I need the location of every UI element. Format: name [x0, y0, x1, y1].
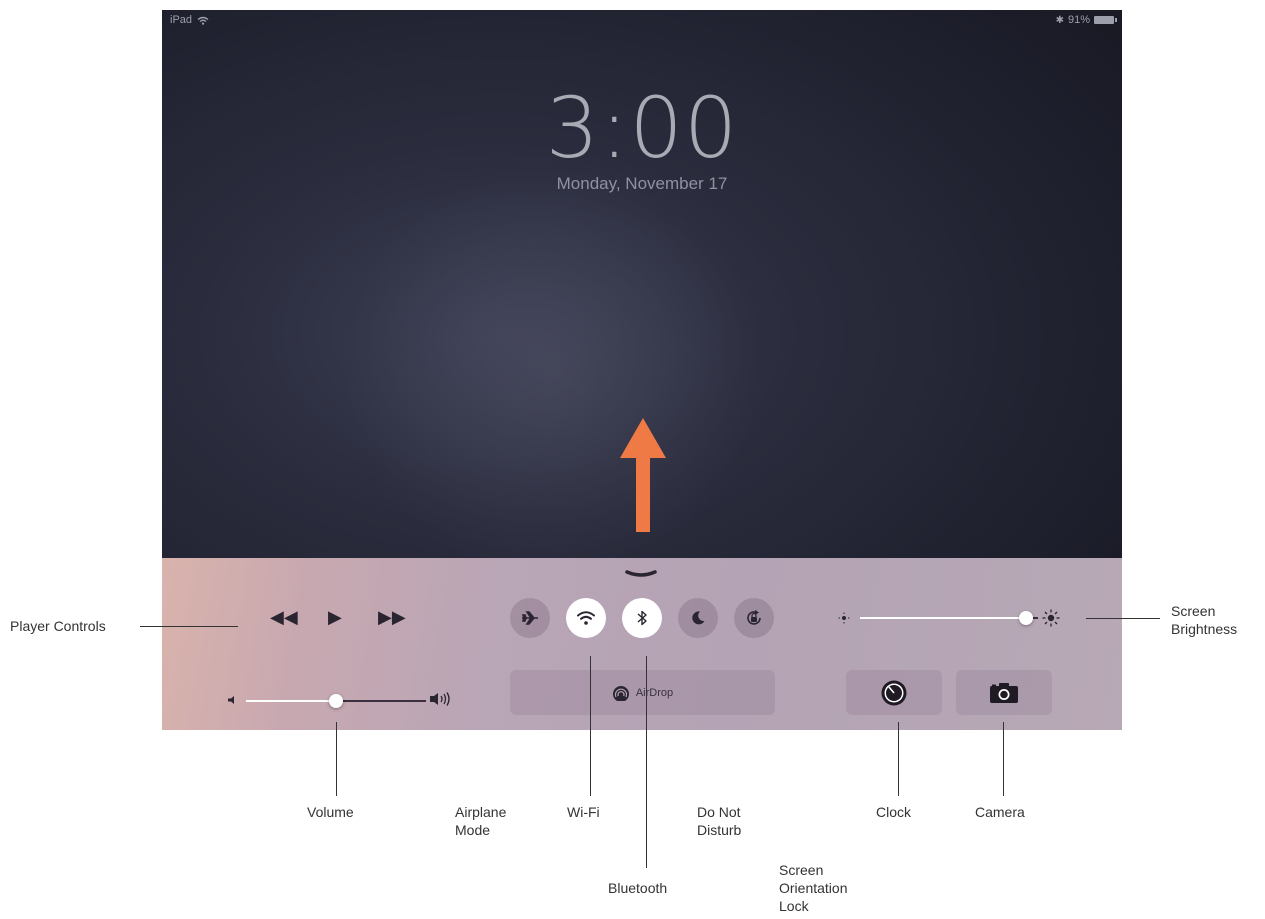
orientation-lock-icon — [747, 610, 761, 625]
callout-screen-brightness: Screen Brightness — [1171, 603, 1238, 637]
callout-airplane-mode: Airplane Mode — [455, 804, 507, 838]
volume-slider[interactable] — [246, 691, 426, 711]
airplane-mode-toggle[interactable] — [510, 598, 550, 638]
callout-bluetooth: Bluetooth — [608, 880, 668, 896]
brightness-fill — [860, 617, 1026, 619]
camera-button[interactable] — [956, 670, 1052, 715]
status-left: iPad — [170, 14, 209, 26]
wifi-icon — [577, 611, 595, 625]
callout-clock: Clock — [876, 804, 912, 820]
bluetooth-status-icon: ✱ — [1055, 14, 1064, 26]
callout-line-camera — [1003, 722, 1004, 796]
callout-orientation-lock: Screen Orientation Lock — [779, 862, 848, 914]
lock-time: 3:00 — [545, 79, 739, 177]
device-name: iPad — [170, 14, 193, 26]
callout-line-screen-brightness — [1086, 618, 1160, 619]
callout-volume: Volume — [307, 804, 354, 820]
airdrop-label: AirDrop — [635, 686, 674, 699]
brightness-thumb[interactable] — [1019, 611, 1033, 625]
moon-icon — [692, 611, 705, 625]
airdrop-button[interactable]: AirDrop — [510, 670, 775, 715]
lock-date: Monday, November 17 — [556, 174, 728, 193]
callout-player-controls: Player Controls — [10, 618, 106, 634]
callout-line-volume — [336, 722, 337, 796]
bluetooth-toggle[interactable] — [622, 598, 662, 638]
brightness-low-icon — [838, 612, 850, 624]
volume-fill — [246, 700, 336, 702]
battery-percent: 91% — [1067, 14, 1090, 26]
callout-wifi: Wi-Fi — [567, 804, 600, 820]
fast-forward-button[interactable]: ▶▶ — [378, 606, 406, 628]
status-bar: iPad ✱ 91% — [162, 10, 1122, 32]
callout-line-bluetooth — [646, 656, 647, 868]
volume-remaining — [336, 700, 426, 702]
camera-icon — [990, 682, 1018, 703]
control-center-panel: ◀◀ ▶ ▶▶ AirDrop — [162, 558, 1122, 730]
wifi-status-icon — [197, 16, 209, 25]
callout-do-not-disturb: Do Not Disturb — [697, 804, 742, 838]
callout-line-clock — [898, 722, 899, 796]
orientation-lock-toggle[interactable] — [734, 598, 774, 638]
clock-button[interactable] — [846, 670, 942, 715]
callout-line-player-controls — [140, 626, 238, 627]
clock-icon — [881, 680, 907, 705]
milky-way-background — [342, 160, 762, 580]
airdrop-icon — [612, 685, 629, 701]
brightness-high-icon — [1042, 609, 1060, 627]
volume-low-icon — [228, 696, 234, 704]
swipe-up-arrow-icon — [620, 418, 666, 532]
callout-line-wifi — [590, 656, 591, 796]
bluetooth-icon — [637, 610, 647, 626]
play-button[interactable]: ▶ — [328, 606, 342, 628]
volume-high-icon — [430, 692, 450, 706]
ipad-screen: iPad ✱ 91% 3:00 Monday, November 17 ◀◀ ▶… — [162, 10, 1122, 730]
status-right: ✱ 91% — [1055, 14, 1117, 26]
callout-camera: Camera — [975, 804, 1025, 820]
rewind-button[interactable]: ◀◀ — [270, 606, 298, 628]
grabber-handle-icon[interactable] — [624, 568, 658, 580]
battery-icon — [1094, 16, 1117, 24]
airplane-icon — [521, 611, 538, 625]
volume-thumb[interactable] — [329, 694, 343, 708]
wifi-toggle[interactable] — [566, 598, 606, 638]
brightness-slider[interactable] — [860, 608, 1038, 628]
do-not-disturb-toggle[interactable] — [678, 598, 718, 638]
